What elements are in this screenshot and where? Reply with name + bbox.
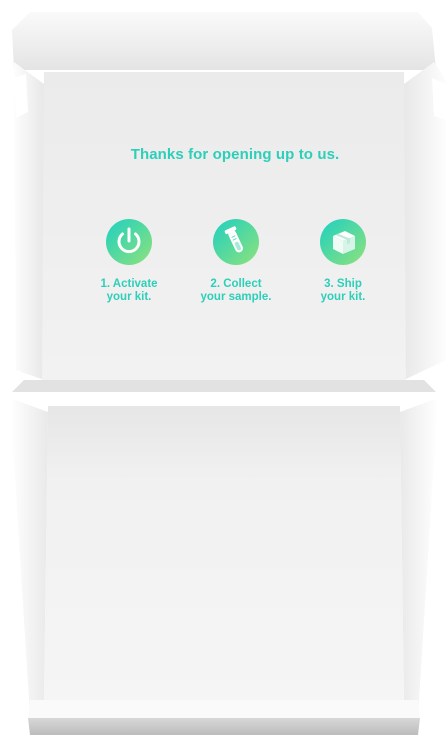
box-bottom-rim — [28, 718, 420, 735]
hinge-crease — [12, 380, 436, 392]
lid-right-tab — [432, 78, 446, 120]
top-dust-flap — [12, 12, 436, 70]
box-floor — [44, 406, 404, 706]
headline: Thanks for opening up to us. — [130, 146, 340, 163]
step-label: 2. Collect your sample. — [200, 278, 272, 303]
step-label: 1. Activate your kit. — [100, 278, 158, 303]
opened-mailer-box-scene: Thanks for opening up to us. 1. Activate… — [0, 0, 447, 735]
box-right-wall — [400, 398, 438, 716]
package-icon — [320, 219, 366, 265]
lid-left-tab — [14, 74, 28, 118]
step-ship: 3. Ship your kit. — [283, 218, 403, 304]
power-icon — [106, 219, 152, 265]
step-activate: 1. Activate your kit. — [69, 218, 189, 304]
mailer-box-illustration — [10, 12, 446, 735]
box-left-wall — [10, 398, 48, 716]
step-label: 3. Ship your kit. — [320, 278, 366, 303]
test-tube-icon — [213, 219, 259, 265]
step-collect: 2. Collect your sample. — [176, 218, 296, 304]
